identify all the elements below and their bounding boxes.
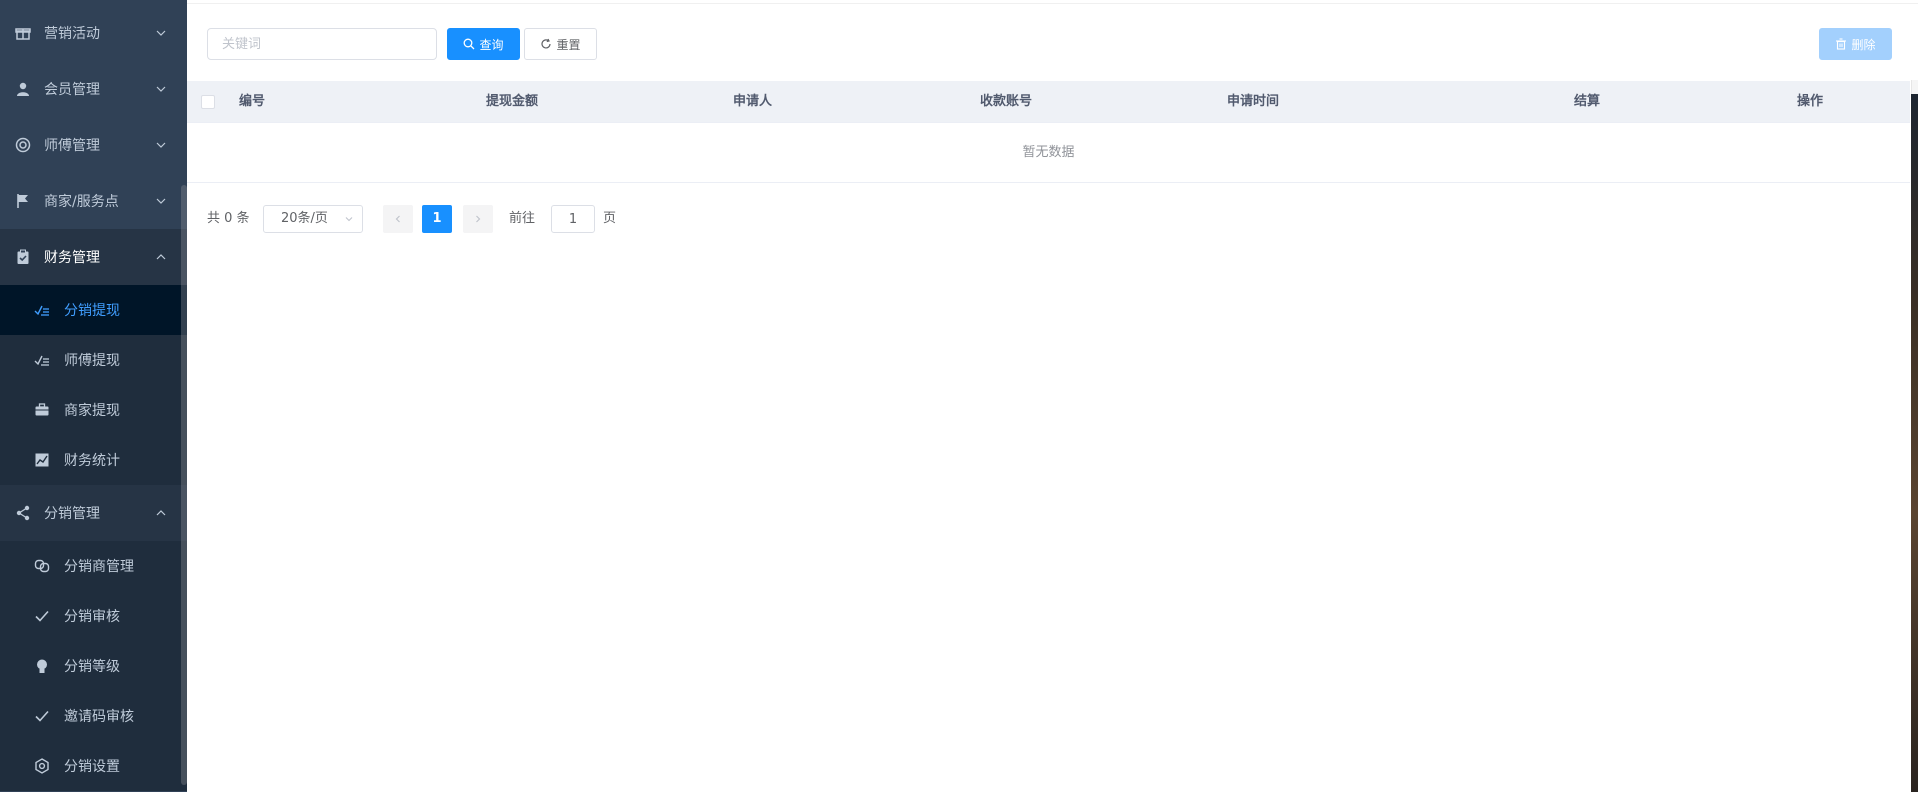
clipboard-check-icon: [14, 248, 32, 266]
sidebar-group-label: 师傅管理: [44, 138, 100, 154]
sidebar-item-label: 分销提现: [64, 303, 120, 319]
column-header-account: 收款账号: [980, 94, 1033, 109]
sidebar-item-label: 邀请码审核: [64, 709, 134, 725]
page-size-select[interactable]: 20条/页: [263, 205, 363, 233]
lifebuoy-icon: [14, 136, 32, 154]
gear-icon: [34, 758, 50, 774]
chevron-down-icon: [344, 214, 354, 224]
sidebar-item-label: 分销商管理: [64, 559, 134, 575]
select-all-checkbox[interactable]: [201, 95, 215, 109]
chevron-down-icon: [155, 83, 167, 95]
pagination-page-suffix: 页: [603, 211, 617, 226]
sidebar-group-masters[interactable]: 师傅管理: [0, 117, 187, 173]
chart-icon: [34, 452, 50, 468]
delete-button[interactable]: 删除: [1819, 28, 1892, 60]
sidebar-group-label: 营销活动: [44, 26, 100, 42]
reset-button[interactable]: 重置: [524, 28, 597, 60]
bulb-icon: [34, 658, 50, 674]
gift-icon: [14, 24, 32, 42]
user-icon: [14, 80, 32, 98]
check-icon: [34, 608, 50, 624]
check-icon: [34, 708, 50, 724]
sidebar-group-label: 财务管理: [44, 250, 100, 266]
sidebar: 营销活动 会员管理 师傅管理 商家/服务点 财务管理 分销提现 师傅提现 商家提…: [0, 0, 187, 792]
chevron-left-icon: [395, 215, 400, 223]
column-header-amount: 提现金额: [486, 94, 539, 109]
query-button-label: 查询: [479, 37, 504, 52]
background-window-edge: [1911, 80, 1918, 94]
sidebar-group-finance[interactable]: 财务管理: [0, 229, 187, 285]
prev-page-button[interactable]: [383, 205, 413, 233]
search-icon: [463, 38, 475, 50]
sidebar-item-distribution-review[interactable]: 分销审核: [0, 591, 187, 641]
column-header-settlement: 结算: [1574, 94, 1601, 109]
column-header-actions: 操作: [1797, 94, 1824, 109]
sidebar-group-marketing[interactable]: 营销活动: [0, 5, 187, 61]
chevron-right-icon: [476, 215, 481, 223]
search-input[interactable]: [207, 28, 437, 60]
sidebar-item-label: 师傅提现: [64, 353, 120, 369]
background-window-strip: [1911, 94, 1918, 792]
sidebar-group-distribution[interactable]: 分销管理: [0, 485, 187, 541]
link-icon: [34, 558, 50, 574]
sidebar-item-label: 财务统计: [64, 453, 120, 469]
sidebar-item-distribution-withdrawal[interactable]: 分销提现: [0, 285, 187, 335]
sidebar-item-invite-code-review[interactable]: 邀请码审核: [0, 691, 187, 741]
table-empty-text: 暂无数据: [187, 123, 1910, 183]
sidebar-item-label: 分销设置: [64, 759, 120, 775]
trash-icon: [1835, 38, 1847, 50]
refresh-icon: [540, 38, 552, 50]
tags-bar-divider: [187, 0, 1918, 4]
sidebar-item-label: 分销等级: [64, 659, 120, 675]
main-content: 查询 重置 删除 编号 提现金额 申请人 收款账号 申请时间 结算 操作 暂无数…: [187, 0, 1918, 792]
chevron-down-icon: [155, 27, 167, 39]
page-jump-input[interactable]: [551, 205, 595, 233]
pagination-goto-label: 前往: [509, 211, 536, 226]
chevron-up-icon: [155, 251, 167, 263]
sidebar-item-label: 商家提现: [64, 403, 120, 419]
chevron-up-icon: [155, 507, 167, 519]
table-header: 编号 提现金额 申请人 收款账号 申请时间 结算 操作: [187, 81, 1910, 123]
pagination: 共 0 条 20条/页 1 前往 页: [207, 205, 807, 233]
checklist-icon: [34, 302, 50, 318]
sidebar-group-label: 商家/服务点: [44, 194, 119, 210]
sidebar-item-distribution-settings[interactable]: 分销设置: [0, 741, 187, 791]
sidebar-group-label: 分销管理: [44, 506, 100, 522]
column-header-applicant: 申请人: [733, 94, 773, 109]
sidebar-item-distributor-management[interactable]: 分销商管理: [0, 541, 187, 591]
sidebar-item-finance-stats[interactable]: 财务统计: [0, 435, 187, 485]
sidebar-item-merchant-withdrawal[interactable]: 商家提现: [0, 385, 187, 435]
briefcase-icon: [34, 402, 50, 418]
sidebar-item-distribution-level[interactable]: 分销等级: [0, 641, 187, 691]
delete-button-label: 删除: [1851, 37, 1876, 52]
next-page-button[interactable]: [463, 205, 493, 233]
withdrawal-table: 编号 提现金额 申请人 收款账号 申请时间 结算 操作 暂无数据: [187, 81, 1910, 183]
pagination-total: 共 0 条: [207, 211, 250, 226]
sidebar-item-label: 分销审核: [64, 609, 120, 625]
sidebar-item-master-withdrawal[interactable]: 师傅提现: [0, 335, 187, 385]
column-header-id: 编号: [239, 94, 266, 109]
reset-button-label: 重置: [556, 37, 581, 52]
column-header-apply-time: 申请时间: [1227, 94, 1280, 109]
sidebar-group-merchants[interactable]: 商家/服务点: [0, 173, 187, 229]
flag-icon: [14, 192, 32, 210]
chevron-down-icon: [155, 195, 167, 207]
chevron-down-icon: [155, 139, 167, 151]
share-icon: [14, 504, 32, 522]
sidebar-group-label: 会员管理: [44, 82, 100, 98]
query-button[interactable]: 查询: [447, 28, 520, 60]
page-size-value: 20条/页: [281, 211, 328, 226]
checklist-icon: [34, 352, 50, 368]
sidebar-group-members[interactable]: 会员管理: [0, 61, 187, 117]
page-number-current[interactable]: 1: [422, 205, 452, 233]
